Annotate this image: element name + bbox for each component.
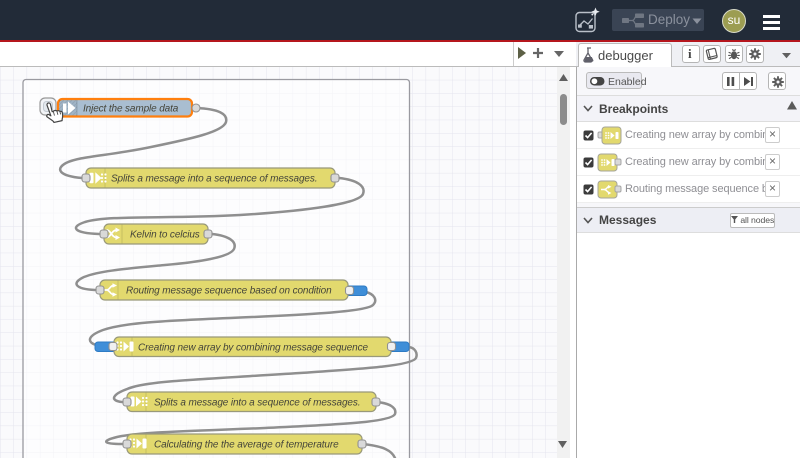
svg-text:Splits a message into a sequen: Splits a message into a sequence of mess… (111, 174, 317, 185)
svg-text:Splits a message into a sequen: Splits a message into a sequence of mess… (154, 398, 360, 409)
svg-text:Inject the sample data: Inject the sample data (83, 104, 179, 115)
svg-text:Kelvin to celcius: Kelvin to celcius (130, 230, 200, 241)
svg-text:Calculating the the average of: Calculating the the average of temperatu… (154, 440, 339, 451)
svg-text:Creating new array by combinin: Creating new array by combining message … (138, 343, 368, 354)
svg-text:Routing message sequence based: Routing message sequence based on condit… (126, 286, 332, 297)
